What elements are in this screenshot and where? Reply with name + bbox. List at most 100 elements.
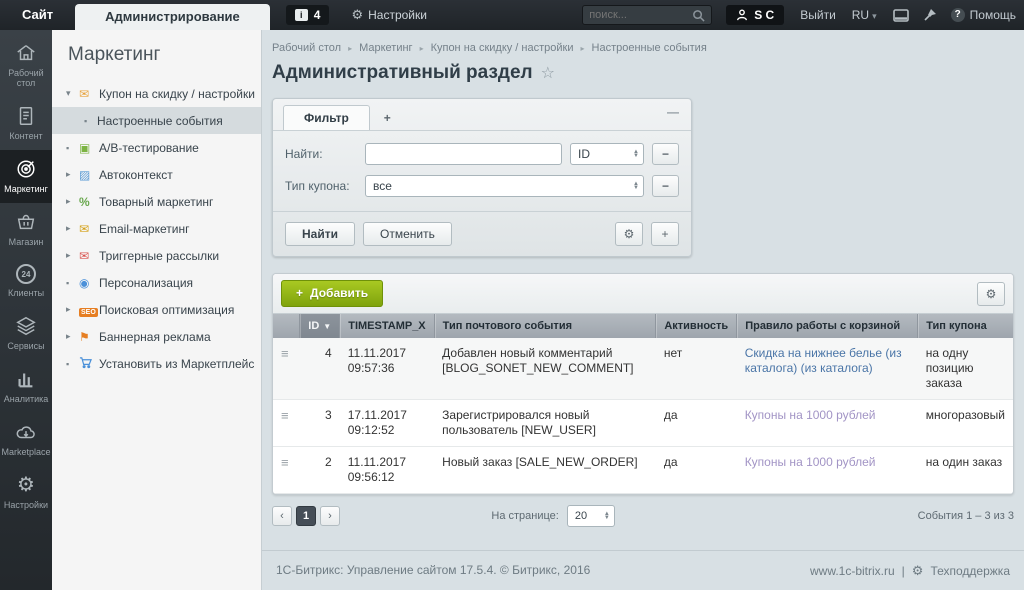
filter-settings-button[interactable]: ⚙ (615, 222, 643, 246)
column-header-active[interactable]: Активность (656, 314, 737, 338)
breadcrumb-link[interactable]: Маркетинг (359, 42, 412, 54)
per-page-select[interactable]: 20 ▲▼ (567, 505, 615, 527)
rail-item-clients[interactable]: 24 Клиенты (0, 256, 52, 307)
menu-item-product-marketing[interactable]: ▸ % Товарный маркетинг (52, 188, 261, 215)
table-row[interactable]: ≡ 2 11.11.201709:56:12 Новый заказ [SALE… (273, 447, 1013, 494)
minimize-filter-button[interactable]: — (667, 105, 679, 119)
rail-item-services[interactable]: Сервисы (0, 307, 52, 360)
prev-page-button[interactable]: ‹ (272, 506, 292, 526)
help-icon: ? (951, 8, 965, 22)
tab-administration[interactable]: Администрирование (75, 4, 270, 30)
table-header-row: ID▼ TIMESTAMP_X Тип почтового события Ак… (273, 314, 1013, 338)
per-page-value: 20 (575, 510, 587, 522)
column-header-event-type[interactable]: Тип почтового события (434, 314, 656, 338)
basket-icon (15, 211, 37, 233)
grid-settings-button[interactable]: ⚙ (977, 282, 1005, 306)
menu-item-personalization[interactable]: ▪ ◉ Персонализация (52, 269, 261, 296)
cart-icon (79, 356, 99, 372)
table-row[interactable]: ≡ 3 17.11.201709:12:52 Зарегистрировался… (273, 400, 1013, 447)
menu-item-ab-testing[interactable]: ▪ ▣ A/B-тестирование (52, 134, 261, 161)
row-menu-icon[interactable]: ≡ (273, 400, 300, 447)
rail-item-analytics[interactable]: Аналитика (0, 360, 52, 413)
filter-tab[interactable]: Фильтр (283, 105, 370, 130)
breadcrumb-link[interactable]: Настроенные события (592, 42, 707, 54)
topbar-settings-button[interactable]: ⚙ Настройки (351, 7, 427, 23)
filter-row-coupon-type: Тип купона: все ▲▼ − (285, 175, 679, 197)
find-button[interactable]: Найти (285, 222, 355, 246)
bitrix-site-link[interactable]: www.1c-bitrix.ru (810, 564, 895, 578)
menu-item-email-marketing[interactable]: ▸ ✉ Email-маркетинг (52, 215, 261, 242)
topbar-spacer (427, 0, 582, 30)
table-row[interactable]: ≡ 4 11.11.201709:57:36 Добавлен новый ко… (273, 338, 1013, 400)
document-icon (15, 105, 37, 127)
add-button[interactable]: + Добавить (281, 280, 383, 307)
menu-item-configured-events[interactable]: ▪ Настроенные события (52, 107, 261, 134)
rail-item-marketplace[interactable]: Marketplace (0, 413, 52, 466)
row-menu-icon[interactable]: ≡ (273, 338, 300, 400)
row-menu-icon[interactable]: ≡ (273, 447, 300, 494)
cart-rule-link[interactable]: Купоны на 1000 рублей (745, 408, 876, 422)
logout-link[interactable]: Выйти (800, 8, 836, 22)
menu-item-label: Баннерная реклама (99, 330, 211, 344)
column-header-cart-rule[interactable]: Правило работы с корзиной (737, 314, 918, 338)
envelope-icon: ✉ (79, 222, 99, 236)
add-filter-tab-button[interactable]: + (370, 106, 405, 130)
panel-toggle-button[interactable] (893, 9, 909, 22)
field-select[interactable]: ID ▲▼ (570, 143, 644, 165)
breadcrumb-link[interactable]: Рабочий стол (272, 42, 341, 54)
breadcrumb-link[interactable]: Купон на скидку / настройки (431, 42, 574, 54)
remove-filter-row-button[interactable]: − (652, 143, 679, 165)
gear-icon: ⚙ (351, 7, 363, 23)
column-header-timestamp[interactable]: TIMESTAMP_X (340, 314, 434, 338)
notifications-button[interactable]: i 4 (286, 5, 330, 25)
rail-item-content[interactable]: Контент (0, 97, 52, 150)
pin-button[interactable] (923, 8, 937, 22)
footer-right: www.1c-bitrix.ru | ⚙ Техподдержка (810, 563, 1010, 579)
user-initials: S C (754, 8, 774, 22)
menu-item-autocontext[interactable]: ▸ ▨ Автоконтекст (52, 161, 261, 188)
find-input[interactable] (365, 143, 562, 165)
target-icon (15, 158, 37, 180)
column-header-coupon-type[interactable]: Тип купона (918, 314, 1013, 338)
bullet-icon: ▪ (66, 359, 79, 369)
cell-timestamp: 17.11.201709:12:52 (340, 400, 434, 447)
user-button[interactable]: S C (726, 5, 784, 25)
tab-site[interactable]: Сайт (0, 0, 75, 30)
add-filter-field-button[interactable]: + (651, 222, 679, 246)
language-selector[interactable]: RU▾ (852, 8, 877, 22)
chevron-collapsed-icon: ▸ (66, 223, 79, 234)
help-button[interactable]: ? Помощь (951, 8, 1016, 22)
menu-item-label: Автоконтекст (99, 168, 173, 182)
rail-item-marketing[interactable]: Маркетинг (0, 150, 52, 203)
coupon-type-select[interactable]: все ▲▼ (365, 175, 644, 197)
page-button-1[interactable]: 1 (296, 506, 316, 526)
column-header-id[interactable]: ID▼ (300, 314, 340, 338)
menu-item-coupon-settings[interactable]: ▾ ✉ Купон на скидку / настройки (52, 80, 261, 107)
cart-rule-link[interactable]: Скидка на нижнее белье (из каталога) (из… (745, 346, 902, 375)
menu-item-marketplace-install[interactable]: ▪ Установить из Маркетплейс (52, 350, 261, 377)
cart-rule-link[interactable]: Купоны на 1000 рублей (745, 455, 876, 469)
cell-active: да (656, 400, 737, 447)
pager: ‹ 1 › (272, 506, 340, 526)
next-page-button[interactable]: › (320, 506, 340, 526)
rail-label: Настройки (4, 500, 48, 510)
rail-item-store[interactable]: Магазин (0, 203, 52, 256)
page-title: Административный раздел (272, 62, 533, 84)
search-box (582, 5, 712, 25)
favorite-star-icon[interactable]: ☆ (541, 63, 555, 83)
search-input[interactable] (589, 9, 692, 21)
search-icon[interactable] (692, 9, 705, 22)
coupon-type-label: Тип купона: (285, 179, 365, 193)
menu-item-seo[interactable]: ▸ SEO Поисковая оптимизация (52, 296, 261, 323)
menu-item-label: Товарный маркетинг (99, 195, 213, 209)
menu-item-trigger-mailings[interactable]: ▸ ✉ Триггерные рассылки (52, 242, 261, 269)
cancel-button[interactable]: Отменить (363, 222, 452, 246)
records-summary: События 1 – 3 из 3 (918, 510, 1014, 522)
filter-tabs: Фильтр + — (273, 99, 691, 130)
rail-item-settings[interactable]: ⚙ Настройки (0, 466, 52, 519)
support-link[interactable]: Техподдержка (930, 564, 1010, 578)
rail-item-desktop[interactable]: Рабочий стол (0, 34, 52, 97)
remove-filter-row-button[interactable]: − (652, 175, 679, 197)
menu-item-label: Триггерные рассылки (99, 249, 219, 263)
menu-item-banner-ads[interactable]: ▸ ⚑ Баннерная реклама (52, 323, 261, 350)
